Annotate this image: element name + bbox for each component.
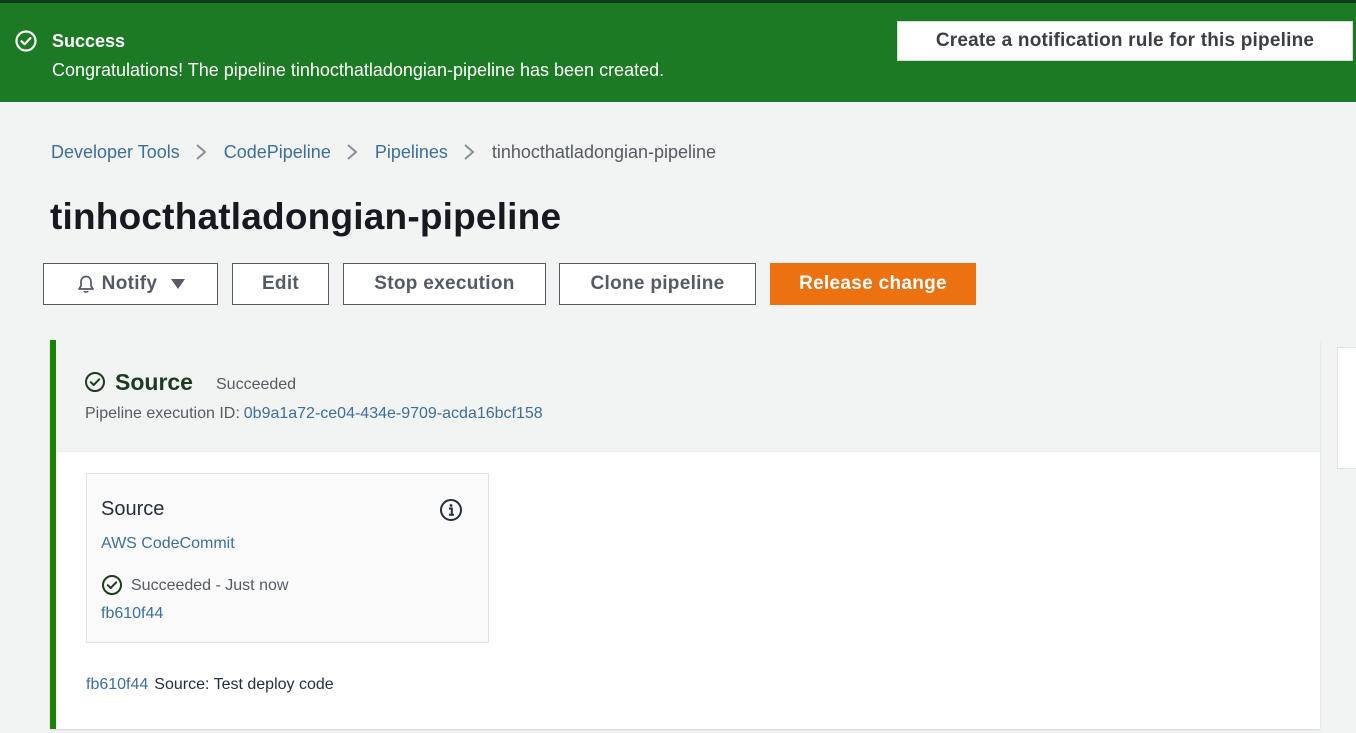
execution-id-label: Pipeline execution ID: [85,405,240,422]
action-status-time: Just now [225,577,289,594]
edit-button[interactable]: Edit [232,263,329,305]
stage-name: Source [115,369,193,395]
release-change-button[interactable]: Release change [770,263,976,305]
page-title: tinhocthatladongian-pipeline [50,196,562,237]
action-provider-link[interactable]: AWS CodeCommit [101,535,235,553]
action-name: Source [101,498,165,520]
clone-pipeline-button[interactable]: Clone pipeline [559,263,756,305]
pipeline-execution-id: Pipeline execution ID: 0b9a1a72-ce04-434e… [85,405,543,423]
success-flash-banner: Success Congratulations! The pipeline ti… [0,0,1356,102]
source-stage-panel: Source Succeeded Pipeline execution ID: 0… [50,340,1320,729]
bell-icon [77,275,94,293]
chevron-right-icon [180,141,224,163]
flash-message: Congratulations! The pipeline tinhocthat… [52,60,665,80]
source-action-card: Source AWS CodeCommit Succeeded - Just n… [86,473,489,643]
notify-dropdown-button[interactable]: Notify [43,263,218,305]
check-circle-icon [85,372,105,392]
stage-status: Succeeded [216,376,297,393]
footer-commit-message: Source: Test deploy code [154,676,334,693]
action-status: Succeeded - Just now [131,577,289,594]
breadcrumb-developer-tools[interactable]: Developer Tools [51,142,180,163]
caret-down-icon [171,279,186,289]
execution-id-link[interactable]: 0b9a1a72-ce04-434e-9709-acda16bcf158 [244,405,543,422]
next-stage-panel-partial [1337,347,1356,469]
stage-header: Source Succeeded Pipeline execution ID: 0… [56,340,1320,452]
breadcrumb-pipelines[interactable]: Pipelines [375,142,448,163]
notify-label: Notify [101,273,158,294]
breadcrumb: Developer Tools CodePipeline Pipelines t… [51,139,716,165]
breadcrumb-codepipeline[interactable]: CodePipeline [224,142,331,163]
create-notification-rule-button[interactable]: Create a notification rule for this pipe… [897,21,1353,61]
check-circle-icon [15,30,37,52]
chevron-right-icon [331,141,375,163]
stop-execution-button[interactable]: Stop execution [343,263,546,305]
stage-footer: fb610f44 Source: Test deploy code [86,676,334,694]
check-circle-icon [102,575,122,595]
footer-commit-link[interactable]: fb610f44 [86,676,148,693]
action-status-text: Succeeded [131,577,212,594]
info-icon[interactable] [439,498,463,522]
action-commit-link[interactable]: fb610f44 [101,605,163,623]
breadcrumb-current: tinhocthatladongian-pipeline [491,141,717,162]
chevron-right-icon [448,141,492,163]
flash-title: Success [52,31,126,51]
